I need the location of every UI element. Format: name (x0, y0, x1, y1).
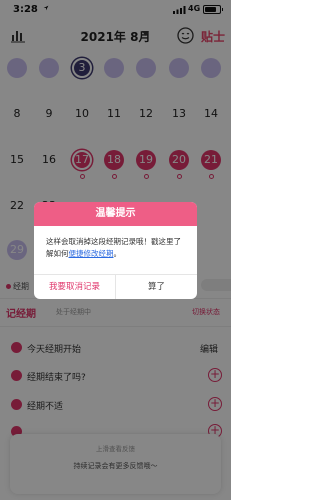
reminder-dialog: 温馨提示 这样会取消掉这段经期记录哦！戳这里了解如何便捷修改经期。 我要取消记录… (34, 202, 197, 299)
dialog-text-end: 。 (113, 249, 122, 258)
dismiss-button[interactable]: 算了 (116, 275, 197, 299)
edit-period-link[interactable]: 便捷修改经期 (69, 249, 114, 258)
dialog-message: 这样会取消掉这段经期记录哦！戳这里了解如何便捷修改经期。 (46, 236, 188, 260)
cancel-record-button[interactable]: 我要取消记录 (34, 275, 115, 299)
dialog-title: 温馨提示 (34, 202, 197, 226)
